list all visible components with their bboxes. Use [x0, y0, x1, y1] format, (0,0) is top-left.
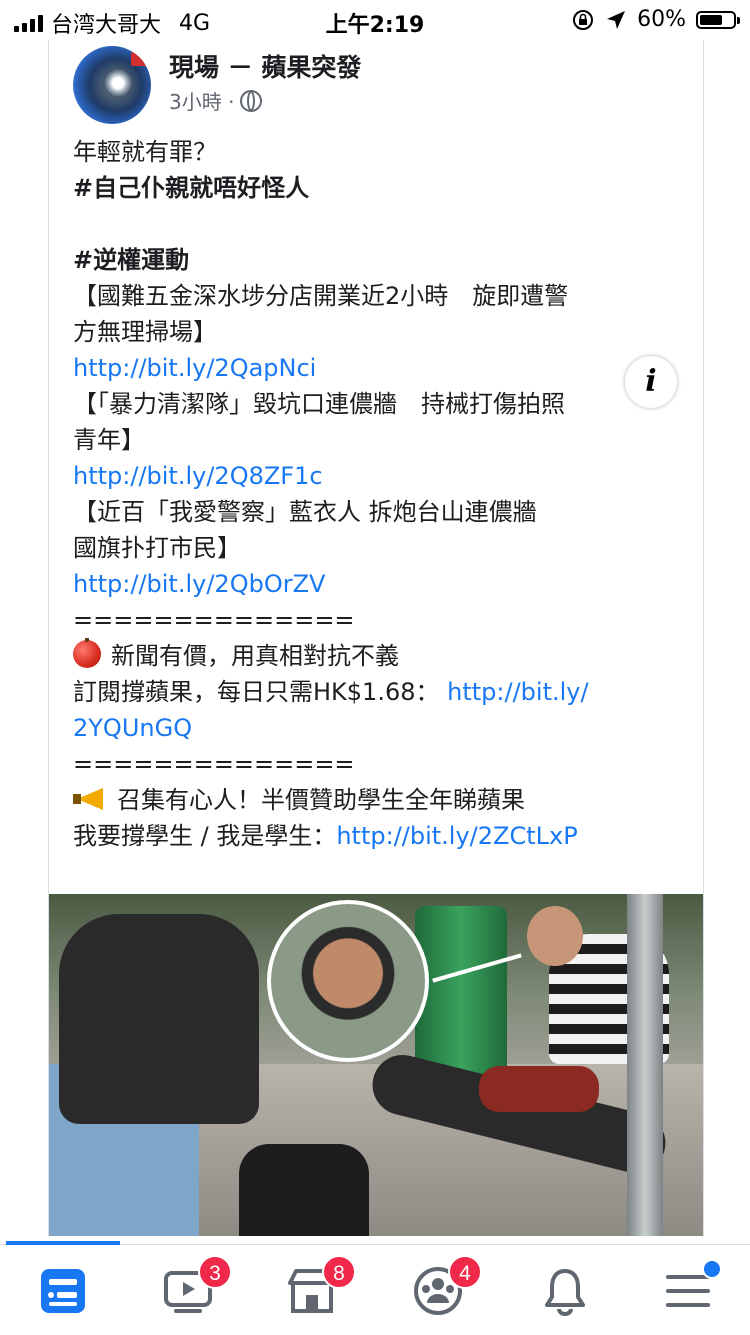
promo1-sub-line: 訂閱撐蘋果，每日只需HK$1.68： http://bit.ly/: [73, 674, 683, 710]
page-avatar[interactable]: [73, 46, 151, 124]
tab-groups[interactable]: 4: [410, 1255, 482, 1317]
post-text-line: #自己仆親就唔好怪人: [73, 174, 310, 202]
apple-icon: [73, 638, 101, 668]
post-text-line: 國旗扑打市民】: [73, 534, 241, 562]
status-right: 60%: [571, 7, 740, 32]
groups-badge: 4: [448, 1255, 482, 1289]
promo2-line: 召集有心人！半價贊助學生全年睇蘋果: [73, 782, 683, 818]
news-feed-icon: [41, 1269, 85, 1313]
marketplace-badge: 8: [322, 1255, 356, 1289]
post-text-line: 方無理掃場】: [73, 318, 217, 346]
photo-inset-portrait: [267, 900, 429, 1062]
globe-icon: [240, 89, 263, 112]
tab-marketplace[interactable]: 8: [284, 1255, 356, 1317]
promo1-link[interactable]: http://bit.ly/: [447, 678, 588, 706]
separator-line: ==============: [73, 750, 355, 778]
status-bar: 台湾大哥大 4G 上午2:19 60%: [0, 0, 750, 40]
promo1-link-line: 2YQUnGQ: [73, 710, 683, 746]
photo-person-head: [527, 906, 583, 966]
post-text-line: 【國難五金深水埗分店開業近2小時 旋即遭警: [73, 282, 569, 310]
promo1-text: 新聞有價，用真相對抗不義: [111, 642, 399, 670]
post-text-line: [73, 206, 683, 242]
photo-trash-bin: [415, 906, 507, 1086]
bottom-tab-bar: 3 8 4: [0, 1241, 750, 1335]
bell-icon: [545, 1269, 585, 1316]
tab-news-feed[interactable]: [35, 1265, 91, 1317]
post-text-line: 年輕就有罪？: [73, 138, 217, 166]
promo2-text: 召集有心人！半價贊助學生全年睇蘋果: [117, 786, 525, 814]
photo-pole: [627, 894, 663, 1236]
post-text-line: 【「暴力清潔隊」毀坑口連儂牆 持械打傷拍照: [73, 390, 565, 418]
tab-notifications[interactable]: [537, 1265, 593, 1317]
info-icon[interactable]: i: [625, 356, 677, 408]
promo1-line: 新聞有價，用真相對抗不義: [73, 638, 683, 674]
post-text-line: 青年】: [73, 426, 145, 454]
post-time[interactable]: 3小時 ·: [169, 86, 234, 115]
promo2-sub-line: 我要撐學生 / 我是學生：http://bit.ly/2ZCtLxP: [73, 818, 683, 854]
photo-backpack: [239, 1144, 369, 1236]
post-card: 現場 － 蘋果突發 3小時 · 年輕就有罪？ #自己仆親就唔好怪人 #逆權運動【國難…: [48, 40, 704, 1236]
tab-watch[interactable]: 3: [160, 1255, 232, 1317]
post-photo[interactable]: [49, 894, 703, 1236]
promo1-sub: 訂閱撐蘋果，每日只需HK$1.68：: [73, 678, 440, 706]
photo-person-shirt: [479, 1066, 599, 1112]
megaphone-icon: [73, 786, 107, 812]
page-name[interactable]: 現場 － 蘋果突發: [169, 48, 361, 84]
post-body: 年輕就有罪？ #自己仆親就唔好怪人 #逆權運動【國難五金深水埗分店開業近2小時 旋即…: [73, 134, 683, 854]
menu-dot-badge: [702, 1259, 722, 1279]
post-link[interactable]: http://bit.ly/2Q8ZF1c: [73, 458, 683, 494]
location-arrow-icon: [607, 10, 626, 29]
promo1-link-cont[interactable]: 2YQUnGQ: [73, 714, 192, 742]
promo2-sub: 我要撐學生 / 我是學生：: [73, 822, 337, 850]
post-meta: 3小時 ·: [169, 86, 263, 115]
battery-icon: [696, 10, 740, 29]
battery-percent: 60%: [637, 7, 686, 32]
post-text-line: #逆權運動: [73, 246, 190, 274]
photo-person-left: [59, 914, 259, 1124]
post-text-line: 【近百「我愛警察」藍衣人 拆炮台山連儂牆: [73, 498, 537, 526]
post-link[interactable]: http://bit.ly/2QapNci: [73, 350, 683, 386]
rotation-lock-icon: [573, 9, 594, 30]
promo2-link[interactable]: http://bit.ly/2ZCtLxP: [336, 822, 577, 850]
post-link[interactable]: http://bit.ly/2QbOrZV: [73, 566, 683, 602]
post-text-line: ==============: [73, 606, 355, 634]
tab-menu[interactable]: [660, 1259, 722, 1317]
active-tab-indicator: [6, 1241, 120, 1245]
watch-badge: 3: [198, 1255, 232, 1289]
post-lines: 年輕就有罪？ #自己仆親就唔好怪人 #逆權運動【國難五金深水埗分店開業近2小時 旋即…: [73, 134, 683, 638]
